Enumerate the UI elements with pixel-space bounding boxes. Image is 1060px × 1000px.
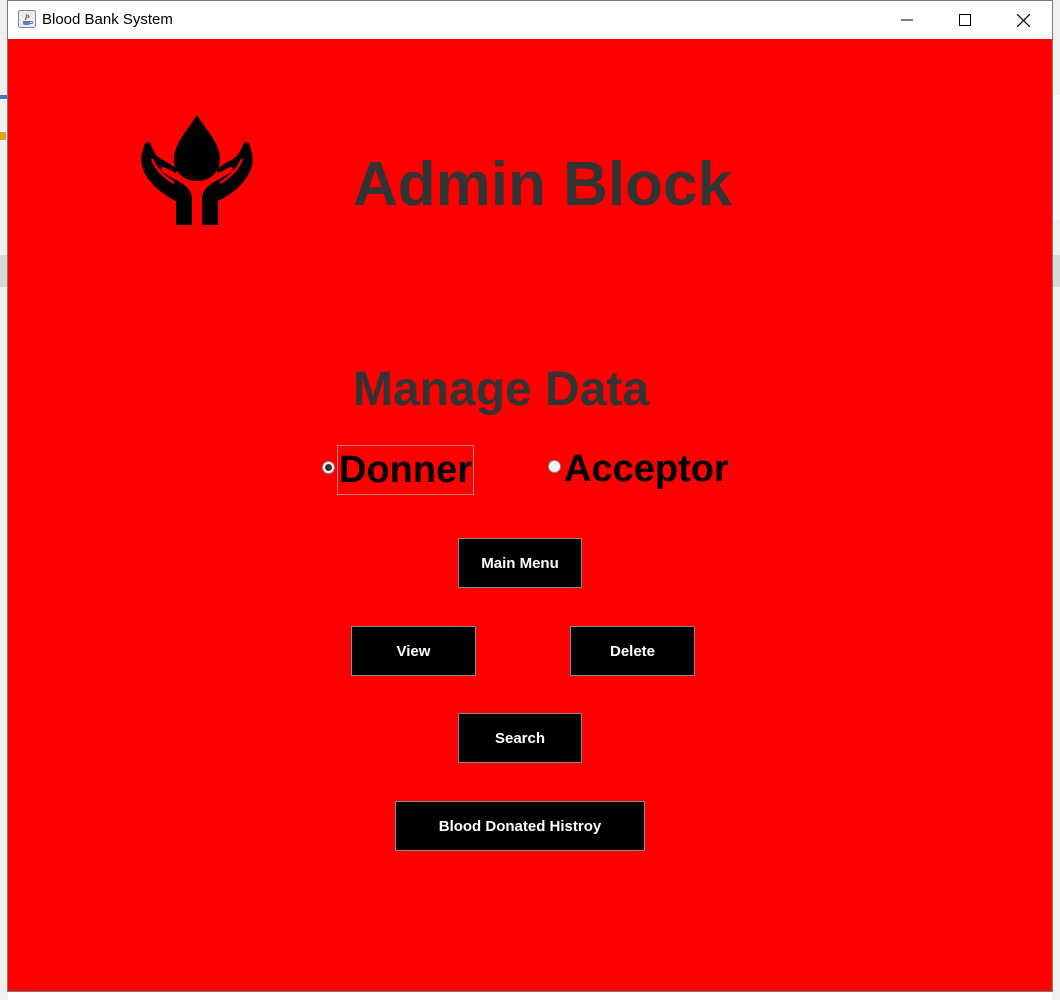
close-icon xyxy=(1016,13,1030,27)
acceptor-radio-label[interactable]: Acceptor xyxy=(563,445,730,493)
maximize-icon xyxy=(959,14,971,26)
radio-selected-dot xyxy=(325,463,332,471)
maximize-button[interactable] xyxy=(936,1,994,39)
acceptor-radio[interactable]: Acceptor xyxy=(548,445,730,493)
donner-radio-button[interactable] xyxy=(322,460,335,474)
java-app-icon xyxy=(18,10,36,28)
title-bar[interactable]: Blood Bank System xyxy=(8,1,1052,39)
window-title: Blood Bank System xyxy=(42,11,173,28)
blood-drop-hands-icon xyxy=(141,115,253,225)
main-menu-button[interactable]: Main Menu xyxy=(458,538,582,588)
donner-radio[interactable]: Donner xyxy=(322,445,474,495)
delete-button[interactable]: Delete xyxy=(570,626,695,676)
minimize-button[interactable] xyxy=(878,1,936,39)
acceptor-radio-button[interactable] xyxy=(548,459,561,473)
app-window: Blood Bank System Admin Block Manage Dat… xyxy=(7,0,1053,992)
page-title: Admin Block xyxy=(353,150,732,219)
search-button[interactable]: Search xyxy=(458,713,582,763)
section-title: Manage Data xyxy=(353,363,650,416)
admin-panel: Admin Block Manage Data Donner Acceptor … xyxy=(8,39,1052,991)
minimize-icon xyxy=(901,19,913,21)
donner-radio-label[interactable]: Donner xyxy=(337,445,474,495)
background-desktop-right xyxy=(1051,0,1060,1000)
view-button[interactable]: View xyxy=(351,626,476,676)
blood-donated-history-button[interactable]: Blood Donated Histroy xyxy=(395,801,645,851)
close-button[interactable] xyxy=(994,1,1052,39)
